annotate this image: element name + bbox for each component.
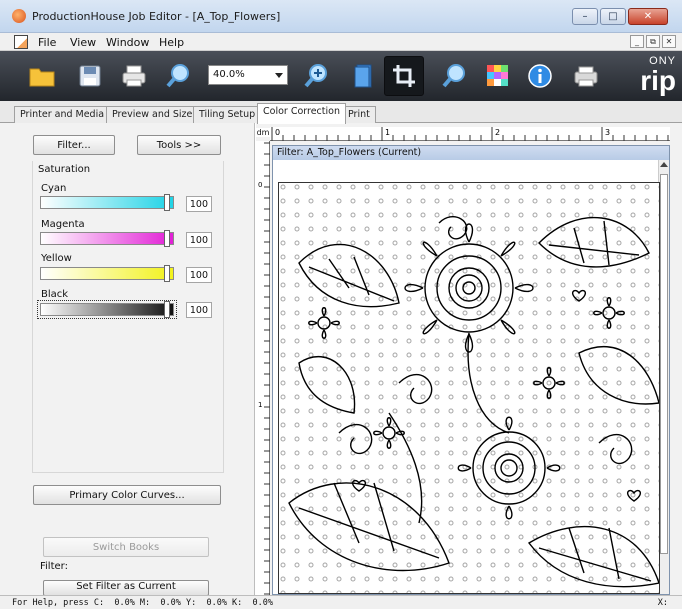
- menu-help[interactable]: Help: [159, 36, 184, 49]
- close-button[interactable]: ✕: [628, 8, 668, 25]
- maximize-button[interactable]: □: [600, 8, 626, 25]
- vertical-ruler-ticks: 012: [258, 142, 270, 595]
- menu-bar: File View Window Help _ ⧉ ✕: [0, 33, 682, 51]
- mdi-minimize-button[interactable]: _: [630, 35, 644, 48]
- cyan-slider[interactable]: [40, 194, 174, 211]
- yellow-slider[interactable]: [40, 265, 174, 282]
- page-size-icon[interactable]: [350, 62, 378, 90]
- status-help-text: For Help, press C: 0.0% M: 0.0% Y: 0.0% …: [12, 598, 273, 608]
- black-value[interactable]: 100: [186, 302, 212, 318]
- window-title: ProductionHouse Job Editor - [A_Top_Flow…: [32, 10, 281, 23]
- cyan-label: Cyan: [41, 183, 67, 194]
- menu-file[interactable]: File: [38, 36, 56, 49]
- tab-tiling-setup[interactable]: Tiling Setup: [193, 106, 262, 123]
- black-slider[interactable]: [37, 300, 177, 319]
- print-icon[interactable]: [120, 62, 148, 90]
- color-correction-panel: Filter... Tools >> Saturation Cyan 100 M…: [0, 123, 255, 596]
- black-slider-thumb[interactable]: [164, 301, 170, 318]
- yellow-value[interactable]: 100: [186, 267, 212, 283]
- image-preview[interactable]: [278, 182, 660, 594]
- primary-color-curves-button[interactable]: Primary Color Curves...: [33, 485, 221, 505]
- status-bar: For Help, press C: 0.0% M: 0.0% Y: 0.0% …: [0, 595, 682, 609]
- subwindow-title: Filter: A_Top_Flowers (Current): [273, 146, 669, 160]
- minimize-button[interactable]: –: [572, 8, 598, 25]
- title-bar: ProductionHouse Job Editor - [A_Top_Flow…: [0, 0, 682, 33]
- cyan-slider-thumb[interactable]: [164, 194, 170, 211]
- cyan-value[interactable]: 100: [186, 196, 212, 212]
- zoom-magnifier-icon[interactable]: [440, 62, 468, 90]
- ruler-label: 1: [385, 128, 390, 137]
- document-icon[interactable]: [14, 35, 28, 49]
- open-folder-icon[interactable]: [28, 62, 56, 90]
- ruler-label: 0: [258, 181, 262, 189]
- ruler-label: 3: [605, 128, 610, 137]
- ruler-label: 2: [495, 128, 500, 137]
- chevron-down-icon: [275, 73, 283, 78]
- black-label: Black: [41, 289, 69, 300]
- onyx-rip-logo: ONY rip: [640, 55, 676, 95]
- tab-color-correction[interactable]: Color Correction: [257, 103, 346, 124]
- tab-strip: Printer and Media Preview and Size Tilin…: [0, 101, 682, 124]
- color-palette-icon[interactable]: [484, 62, 512, 90]
- magenta-value[interactable]: 100: [186, 232, 212, 248]
- filter-subwindow[interactable]: Filter: A_Top_Flowers (Current): [272, 145, 670, 595]
- magenta-slider-thumb[interactable]: [164, 230, 170, 247]
- scroll-up-icon[interactable]: [660, 162, 668, 167]
- magenta-slider[interactable]: [40, 230, 174, 247]
- toolbar: 40.0% ONY rip: [0, 51, 682, 101]
- saturation-label: Saturation: [38, 164, 91, 175]
- units-label: dm: [256, 128, 270, 137]
- zoom-dropdown[interactable]: 40.0%: [208, 65, 288, 85]
- vertical-ruler: 012: [256, 141, 270, 595]
- tab-print[interactable]: Print: [342, 106, 376, 123]
- menu-view[interactable]: View: [70, 36, 96, 49]
- mdi-restore-button[interactable]: ⧉: [646, 35, 660, 48]
- switch-books-button[interactable]: Switch Books: [43, 537, 209, 557]
- filter-label: Filter:: [40, 561, 68, 572]
- magenta-label: Magenta: [41, 219, 85, 230]
- ruler-label: 0: [275, 128, 280, 137]
- preview-area: dm 0 1 2 3 0 1 2 Filter: A_Top_Flowers (Curre…: [256, 123, 682, 595]
- tools-button[interactable]: Tools >>: [137, 135, 221, 155]
- save-icon[interactable]: [76, 62, 104, 90]
- filter-button[interactable]: Filter...: [33, 135, 115, 155]
- printer-queue-icon[interactable]: [572, 62, 600, 90]
- preview-magnifier-icon[interactable]: [164, 62, 192, 90]
- ruler-label: 1: [258, 401, 262, 409]
- yellow-slider-thumb[interactable]: [164, 265, 170, 282]
- zoom-in-icon[interactable]: [302, 62, 330, 90]
- tab-preview-and-size[interactable]: Preview and Size: [106, 106, 199, 123]
- tab-printer-and-media[interactable]: Printer and Media: [14, 106, 111, 123]
- scroll-thumb[interactable]: [660, 174, 668, 554]
- yellow-label: Yellow: [41, 253, 72, 264]
- window-controls: – □ ✕: [570, 8, 668, 25]
- app-icon: [12, 9, 26, 23]
- horizontal-ruler-ticks: 0 1 2 3: [271, 127, 669, 141]
- info-icon[interactable]: [526, 62, 554, 90]
- floral-coloring-image: [279, 183, 659, 593]
- status-x-label: X:: [657, 598, 668, 608]
- menu-window[interactable]: Window: [106, 36, 149, 49]
- brand-bottom-text: rip: [640, 65, 676, 96]
- zoom-value: 40.0%: [213, 69, 245, 80]
- crop-icon[interactable]: [384, 56, 424, 96]
- mdi-close-button[interactable]: ✕: [662, 35, 676, 48]
- horizontal-ruler: 0 1 2 3: [270, 127, 670, 141]
- set-filter-as-current-button[interactable]: Set Filter as Current: [43, 580, 209, 596]
- mdi-controls: _ ⧉ ✕: [628, 35, 676, 48]
